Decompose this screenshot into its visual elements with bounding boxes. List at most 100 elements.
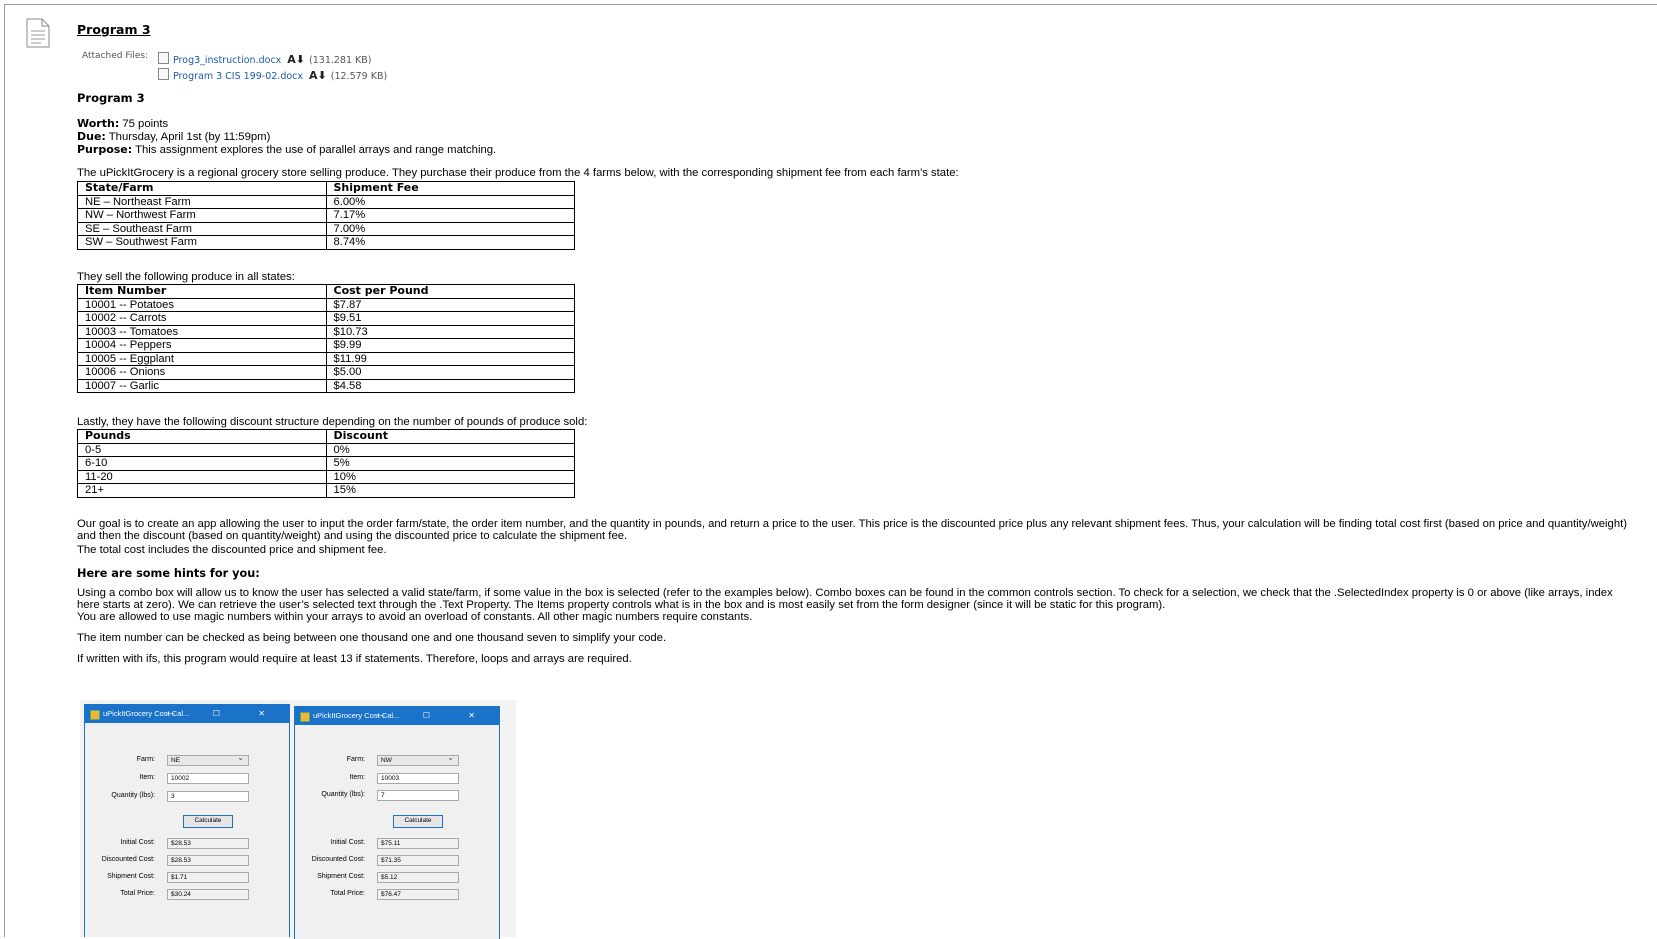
table-cell: NE – Northeast Farm <box>77 194 327 209</box>
shipment-cost-output: $1.71 <box>167 872 249 883</box>
table-row: 10001 -- Potatoes $7.87 <box>77 297 575 312</box>
quantity-label: Quantity (lbs): <box>111 792 155 799</box>
table-cell: 21+ <box>77 483 327 498</box>
table-header: Cost per Pound <box>325 284 575 299</box>
calculate-button[interactable]: Calculate <box>393 815 443 828</box>
table-cell: 10% <box>325 469 575 484</box>
table-row: 10007 -- Garlic $4.58 <box>77 378 575 393</box>
table-cell: 7.17% <box>325 208 575 223</box>
table-cell: $11.99 <box>325 351 575 366</box>
quantity-input[interactable]: 3 <box>167 791 249 802</box>
initial-cost-label: Initial Cost: <box>330 839 365 846</box>
table-cell: 10007 -- Garlic <box>77 378 327 393</box>
worth-label: Worth: <box>77 117 120 130</box>
table-cell: 15% <box>325 483 575 498</box>
goal-text-2: The total cost includes the discounted p… <box>77 544 387 556</box>
file-link-2[interactable]: Program 3 CIS 199-02.docx <box>173 71 303 82</box>
shipment-cost-label: Shipment Cost: <box>107 873 155 880</box>
discount-table: Pounds Discount 0-5 0% 6-10 5% 11-20 10% 21… <box>77 429 575 498</box>
table-row: 6-10 5% <box>77 456 575 471</box>
section-heading: Program 3 <box>77 91 145 105</box>
attached-file-1: Prog3_instruction.docx A⬇ (131.281 KB) <box>158 52 372 66</box>
worth-value: 75 points <box>119 118 169 130</box>
produce-table: Item Number Cost per Pound 10001 -- Pota… <box>77 284 575 393</box>
example-window-1: uPickItGrocery Cost Cal... — ☐ ✕ Farm: N… <box>84 704 290 937</box>
discount-intro: Lastly, they have the following discount… <box>77 416 588 428</box>
table-row: 10003 -- Tomatoes $10.73 <box>77 324 575 339</box>
shipment-cost-output: $5.12 <box>377 872 459 883</box>
worth-line: Worth: 75 points <box>77 118 168 131</box>
download-icon[interactable]: A⬇ <box>287 53 305 66</box>
table-row: 0-5 0% <box>77 442 575 457</box>
table-row: 10005 -- Eggplant $11.99 <box>77 351 575 366</box>
initial-cost-output: $28.53 <box>167 838 249 849</box>
table-cell: 10001 -- Potatoes <box>77 297 327 312</box>
attached-file-2: Program 3 CIS 199-02.docx A⬇ (12.579 KB) <box>158 68 387 82</box>
window-controls[interactable]: — ☐ ✕ <box>377 707 493 725</box>
file-icon <box>158 52 169 64</box>
table-cell: NW – Northwest Farm <box>77 208 327 223</box>
hints-heading: Here are some hints for you: <box>77 567 260 580</box>
table-cell: 0-5 <box>77 442 327 457</box>
goal-text: Our goal is to create an app allowing th… <box>77 518 1628 542</box>
purpose-label: Purpose: <box>77 143 133 156</box>
file-size-2: (12.579 KB) <box>330 71 388 82</box>
total-price-output: $76.47 <box>377 889 459 900</box>
table-cell: 5% <box>325 456 575 471</box>
table-row: 10006 -- Onions $5.00 <box>77 365 575 380</box>
table-cell: $5.00 <box>325 365 575 380</box>
table-row: 10002 -- Carrots $9.51 <box>77 311 575 326</box>
table-cell: 10006 -- Onions <box>77 365 327 380</box>
table-cell: $7.87 <box>325 297 575 312</box>
table-cell: $9.99 <box>325 338 575 353</box>
file-icon <box>158 68 169 80</box>
table-cell: 7.00% <box>325 221 575 236</box>
table-header-row: Pounds Discount <box>77 429 575 444</box>
hint-if-statements: If written with ifs, this program would … <box>77 653 632 665</box>
table-row: 21+ 15% <box>77 483 575 498</box>
attached-files-label: Attached Files: <box>82 51 149 61</box>
due-value: Thursday, April 1st (by 11:59pm) <box>105 131 271 143</box>
document-icon <box>26 18 50 48</box>
table-cell: 6.00% <box>325 194 575 209</box>
farm-combo[interactable]: NE <box>167 753 249 766</box>
item-label: Item: <box>349 774 365 781</box>
total-price-label: Total Price: <box>330 890 365 897</box>
hint-item-number: The item number can be checked as being … <box>77 632 667 644</box>
window-titlebar: uPickItGrocery Cost Cal... — ☐ ✕ <box>85 705 289 723</box>
table-header-row: State/Farm Shipment Fee <box>77 181 575 196</box>
calculate-button[interactable]: Calculate <box>183 815 233 828</box>
initial-cost-output: $75.11 <box>377 838 459 849</box>
discounted-cost-output: $28.53 <box>167 855 249 866</box>
example-window-2: uPickItGrocery Cost Cal... — ☐ ✕ Farm: N… <box>294 706 500 939</box>
app-icon <box>90 710 100 720</box>
window-controls[interactable]: — ☐ ✕ <box>167 705 283 723</box>
assignment-title-link[interactable]: Program 3 <box>77 22 151 37</box>
farms-table: State/Farm Shipment Fee NE – Northeast F… <box>77 181 575 250</box>
discounted-cost-label: Discounted Cost: <box>101 856 155 863</box>
table-cell: SE – Southeast Farm <box>77 221 327 236</box>
table-cell: 0% <box>325 442 575 457</box>
purpose-line: Purpose: This assignment explores the us… <box>77 144 496 157</box>
initial-cost-label: Initial Cost: <box>120 839 155 846</box>
discounted-cost-output: $71.35 <box>377 855 459 866</box>
table-header: Pounds <box>77 429 327 444</box>
table-cell: 10003 -- Tomatoes <box>77 324 327 339</box>
quantity-input[interactable]: 7 <box>377 790 459 801</box>
table-cell: 10002 -- Carrots <box>77 311 327 326</box>
table-cell: $4.58 <box>325 378 575 393</box>
hint-combo-box: Using a combo box will allow us to know … <box>77 587 1613 611</box>
table-cell: 10005 -- Eggplant <box>77 351 327 366</box>
download-icon[interactable]: A⬇ <box>309 69 327 82</box>
file-link-1[interactable]: Prog3_instruction.docx <box>173 55 281 66</box>
table-row: 11-20 10% <box>77 469 575 484</box>
item-label: Item: <box>139 774 155 781</box>
farm-label: Farm: <box>346 756 365 763</box>
table-cell: $9.51 <box>325 311 575 326</box>
discounted-cost-label: Discounted Cost: <box>311 856 365 863</box>
item-input[interactable]: 10003 <box>377 773 459 784</box>
shipment-cost-label: Shipment Cost: <box>317 873 365 880</box>
farm-combo[interactable]: NW <box>377 753 459 766</box>
intro-text: The uPickItGrocery is a regional grocery… <box>77 167 959 179</box>
item-input[interactable]: 10002 <box>167 773 249 784</box>
